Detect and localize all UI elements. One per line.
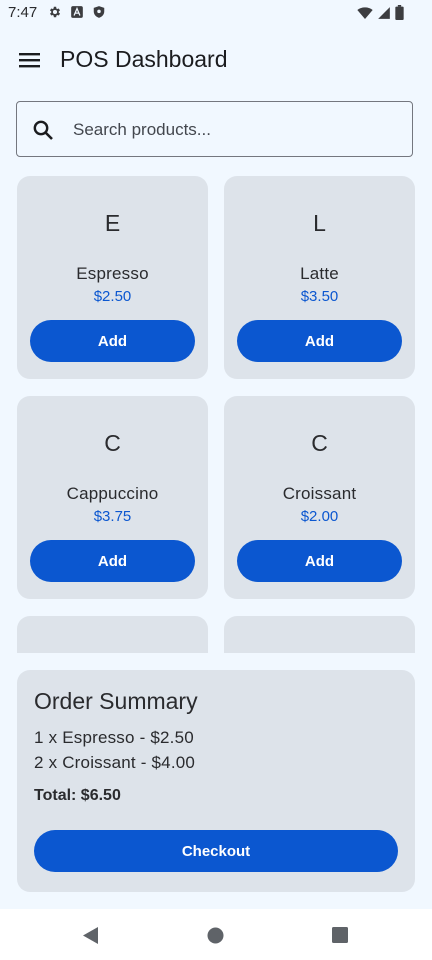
- order-summary: Order Summary 1 x Espresso - $2.50 2 x C…: [17, 670, 415, 892]
- search-icon: [33, 120, 53, 140]
- status-bar: 7:47: [0, 0, 432, 26]
- product-card-latte: L Latte $3.50 Add: [224, 176, 415, 379]
- product-price: $2.00: [300, 508, 339, 525]
- status-time: 7:47: [8, 4, 38, 21]
- gear-icon: [49, 6, 61, 18]
- app-bar: POS Dashboard: [0, 36, 432, 84]
- add-espresso-button[interactable]: Add: [30, 320, 195, 362]
- battery-icon: [395, 5, 404, 20]
- product-initial: E: [104, 210, 121, 236]
- order-line-item: 1 x Espresso - $2.50: [34, 728, 194, 747]
- product-card-croissant: C Croissant $2.00 Add: [224, 396, 415, 599]
- checkout-button[interactable]: Checkout: [34, 830, 398, 872]
- product-price: $2.50: [93, 288, 132, 305]
- back-icon[interactable]: [82, 926, 99, 945]
- home-icon[interactable]: [207, 927, 224, 944]
- wifi-icon: [357, 6, 373, 19]
- signal-icon: [378, 6, 390, 19]
- status-icons-right: [357, 5, 404, 20]
- product-price: $3.75: [93, 508, 132, 525]
- product-card-cappuccino: C Cappuccino $3.75 Add: [17, 396, 208, 599]
- shield-icon: [93, 6, 105, 18]
- order-total: Total: $6.50: [34, 787, 121, 804]
- page-title: POS Dashboard: [60, 46, 228, 72]
- product-grid[interactable]: E Espresso $2.50 Add L Latte $3.50 Add C…: [0, 176, 432, 653]
- product-price: $3.50: [300, 288, 339, 305]
- product-name: Cappuccino: [66, 484, 159, 503]
- a-icon: [71, 6, 83, 18]
- hamburger-menu-icon[interactable]: [16, 46, 44, 74]
- system-nav-bar: [0, 909, 432, 960]
- product-name: Latte: [300, 264, 339, 283]
- product-initial: C: [311, 430, 328, 456]
- product-card-partial: [224, 616, 415, 653]
- status-icons-left: [48, 5, 106, 19]
- order-line-item: 2 x Croissant - $4.00: [34, 753, 196, 772]
- recents-icon[interactable]: [332, 927, 348, 943]
- product-name: Espresso: [76, 264, 149, 283]
- product-initial: L: [313, 210, 326, 236]
- add-cappuccino-button[interactable]: Add: [30, 540, 195, 582]
- product-initial: C: [104, 430, 121, 456]
- order-summary-title: Order Summary: [34, 688, 198, 714]
- search-field[interactable]: [16, 101, 413, 158]
- add-croissant-button[interactable]: Add: [237, 540, 402, 582]
- product-name: Croissant: [282, 484, 357, 503]
- search-input[interactable]: [71, 102, 395, 158]
- product-card-espresso: E Espresso $2.50 Add: [17, 176, 208, 379]
- product-card-partial: [17, 616, 208, 653]
- add-latte-button[interactable]: Add: [237, 320, 402, 362]
